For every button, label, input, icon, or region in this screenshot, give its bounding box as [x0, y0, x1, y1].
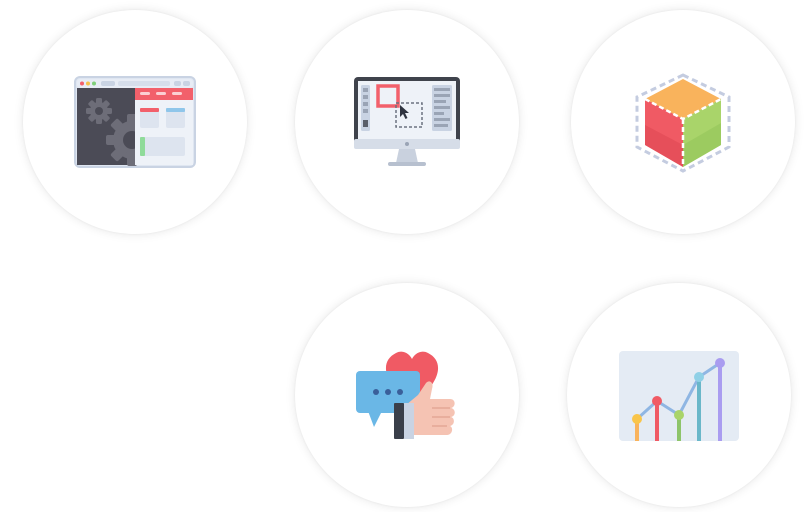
3d-cube-icon — [635, 73, 731, 173]
tile-growth[interactable] — [567, 283, 791, 507]
tile-settings[interactable] — [23, 10, 247, 234]
design-monitor-icon — [354, 77, 460, 166]
tile-design[interactable] — [295, 10, 519, 234]
growth-chart-icon — [619, 351, 739, 441]
settings-dashboard-icon — [74, 76, 196, 168]
tile-feedback[interactable] — [295, 283, 519, 507]
feedback-like-icon — [356, 351, 455, 439]
tile-cube[interactable] — [571, 10, 795, 234]
